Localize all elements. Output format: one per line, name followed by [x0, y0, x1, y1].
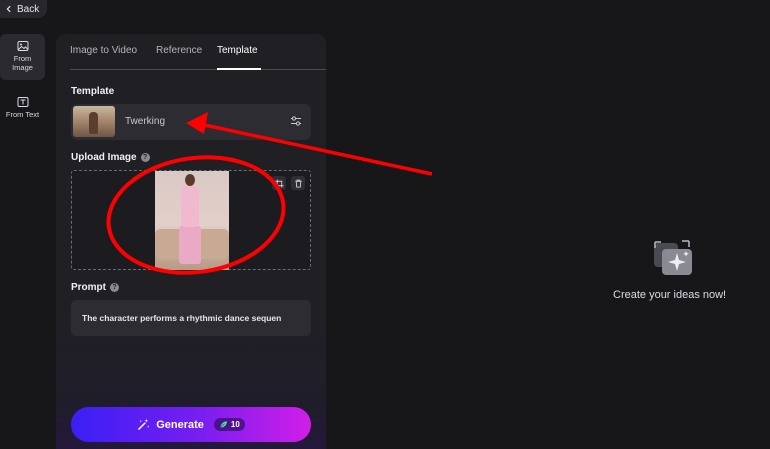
credit-count: 10 — [230, 420, 240, 429]
sliders-icon[interactable] — [290, 115, 302, 127]
leaf-credit-icon — [219, 421, 227, 428]
generate-label: Generate — [156, 418, 204, 431]
magic-wand-icon — [138, 418, 150, 430]
template-section-label: Template — [71, 86, 115, 97]
tab-template[interactable]: Template — [217, 45, 258, 56]
template-selector[interactable]: Twerking — [71, 104, 311, 140]
rail-item-label: From Image — [12, 54, 33, 72]
crop-button[interactable] — [272, 176, 286, 190]
tab-bar: Image to Video Reference Template — [70, 34, 326, 70]
generation-panel: Image to Video Reference Template Templa… — [56, 34, 326, 449]
back-label: Back — [17, 3, 40, 15]
rail-item-from-text[interactable]: From Text — [0, 90, 45, 124]
rail-item-label: From Text — [5, 110, 40, 119]
upload-dropzone[interactable] — [71, 170, 311, 270]
template-name: Twerking — [125, 116, 166, 127]
rail-item-from-image[interactable]: From Image — [0, 34, 45, 80]
trash-icon — [294, 179, 302, 188]
sparkle-media-icon — [654, 240, 692, 275]
empty-state-text: Create your ideas now! — [613, 289, 727, 301]
delete-image-button[interactable] — [291, 176, 305, 190]
question-icon[interactable]: ? — [140, 153, 150, 162]
credit-badge: 10 — [213, 418, 245, 431]
question-icon[interactable]: ? — [110, 283, 119, 292]
generate-button[interactable]: Generate 10 — [71, 407, 311, 442]
back-button[interactable]: Back — [0, 0, 47, 18]
crop-icon — [274, 178, 284, 188]
template-thumbnail — [73, 106, 115, 137]
prompt-input[interactable]: The character performs a rhythmic dance … — [71, 300, 311, 336]
image-icon — [17, 41, 28, 51]
tab-image-to-video[interactable]: Image to Video — [70, 45, 137, 56]
text-image-icon — [17, 97, 28, 107]
tab-reference[interactable]: Reference — [156, 45, 202, 56]
chevron-left-icon — [6, 5, 11, 13]
upload-image-label: Upload Image ? — [71, 152, 150, 163]
active-tab-indicator — [217, 68, 261, 70]
uploaded-image — [155, 171, 229, 270]
prompt-label: Prompt ? — [71, 282, 119, 293]
